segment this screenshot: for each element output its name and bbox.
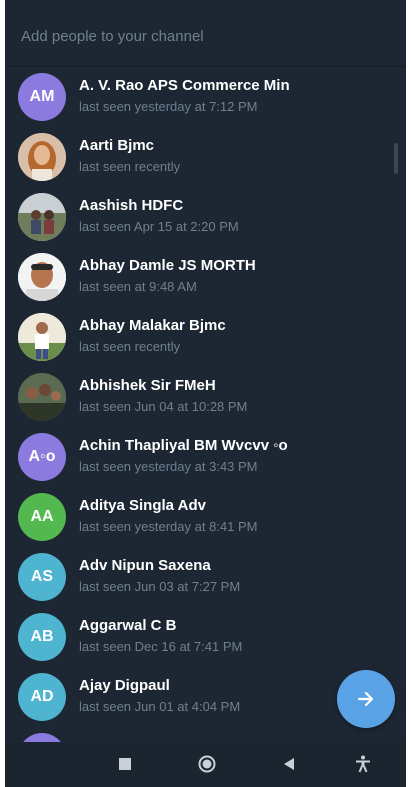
contact-status: last seen Dec 16 at 7:41 PM (79, 639, 243, 654)
contact-row[interactable]: Abhay Damle JS MORTH last seen at 9:48 A… (5, 247, 406, 307)
contact-row[interactable]: AM A. V. Rao APS Commerce Min last seen … (5, 67, 406, 127)
contact-name: Aggarwal C B (79, 617, 177, 634)
avatar-photo (18, 253, 66, 301)
avatar-photo (18, 313, 66, 361)
avatar-photo (18, 373, 66, 421)
contact-name: Abhay Damle JS MORTH (79, 257, 256, 274)
avatar: A◦o (18, 433, 66, 481)
scrollbar[interactable] (394, 143, 398, 174)
channel-add-members-screen: Add people to your channel AM A. V. Rao … (5, 0, 406, 787)
system-navigation-bar (5, 742, 406, 787)
contact-status: last seen at 9:48 AM (79, 279, 197, 294)
avatar: AS (18, 553, 66, 601)
contact-status: last seen recently (79, 159, 181, 174)
avatar: AA (18, 493, 66, 541)
contact-row[interactable] (5, 727, 406, 742)
contact-status: last seen yesterday at 7:12 PM (79, 99, 258, 114)
contact-status: last seen recently (79, 339, 181, 354)
avatar: AM (18, 73, 66, 121)
search-header: Add people to your channel (5, 0, 406, 66)
contact-row[interactable]: Aarti Bjmc last seen recently (5, 127, 406, 187)
search-input[interactable]: Add people to your channel (21, 28, 204, 45)
back-icon[interactable] (279, 754, 299, 774)
contact-status: last seen Jun 03 at 7:27 PM (79, 579, 241, 594)
accessibility-icon[interactable] (353, 754, 373, 774)
contact-row[interactable]: Abhishek Sir FMeH last seen Jun 04 at 10… (5, 367, 406, 427)
contact-row[interactable]: AA Aditya Singla Adv last seen yesterday… (5, 487, 406, 547)
contact-status: last seen Jun 01 at 4:04 PM (79, 699, 241, 714)
recents-icon[interactable] (115, 754, 135, 774)
contact-status: last seen Apr 15 at 2:20 PM (79, 219, 239, 234)
contact-status: last seen Jun 04 at 10:28 PM (79, 399, 248, 414)
contact-name: Abhishek Sir FMeH (79, 377, 216, 394)
avatar (18, 733, 66, 742)
contact-name: A. V. Rao APS Commerce Min (79, 77, 290, 94)
contact-name: Aarti Bjmc (79, 137, 155, 154)
contact-status: last seen yesterday at 8:41 PM (79, 519, 258, 534)
contact-name: Achin Thapliyal BM Wvcvv ◦o (79, 437, 288, 454)
contact-list[interactable]: AM A. V. Rao APS Commerce Min last seen … (5, 67, 406, 742)
contact-name: Abhay Malakar Bjmc (79, 317, 226, 334)
contact-name: Aditya Singla Adv (79, 497, 206, 514)
contact-row[interactable]: Abhay Malakar Bjmc last seen recently (5, 307, 406, 367)
avatar-photo (18, 193, 66, 241)
contact-row[interactable]: AB Aggarwal C B last seen Dec 16 at 7:41… (5, 607, 406, 667)
avatar-photo (18, 133, 66, 181)
avatar: AB (18, 613, 66, 661)
home-icon[interactable] (197, 754, 217, 774)
contact-row[interactable]: A◦o Achin Thapliyal BM Wvcvv ◦o last see… (5, 427, 406, 487)
contact-row[interactable]: Aashish HDFC last seen Apr 15 at 2:20 PM (5, 187, 406, 247)
next-button[interactable] (337, 670, 395, 728)
contact-name: Aashish HDFC (79, 197, 184, 214)
contact-name: Adv Nipun Saxena (79, 557, 211, 574)
contact-status: last seen yesterday at 3:43 PM (79, 459, 258, 474)
contact-row[interactable]: AS Adv Nipun Saxena last seen Jun 03 at … (5, 547, 406, 607)
avatar: AD (18, 673, 66, 721)
contact-name: Ajay Digpaul (79, 677, 170, 694)
arrow-right-icon (357, 691, 374, 707)
